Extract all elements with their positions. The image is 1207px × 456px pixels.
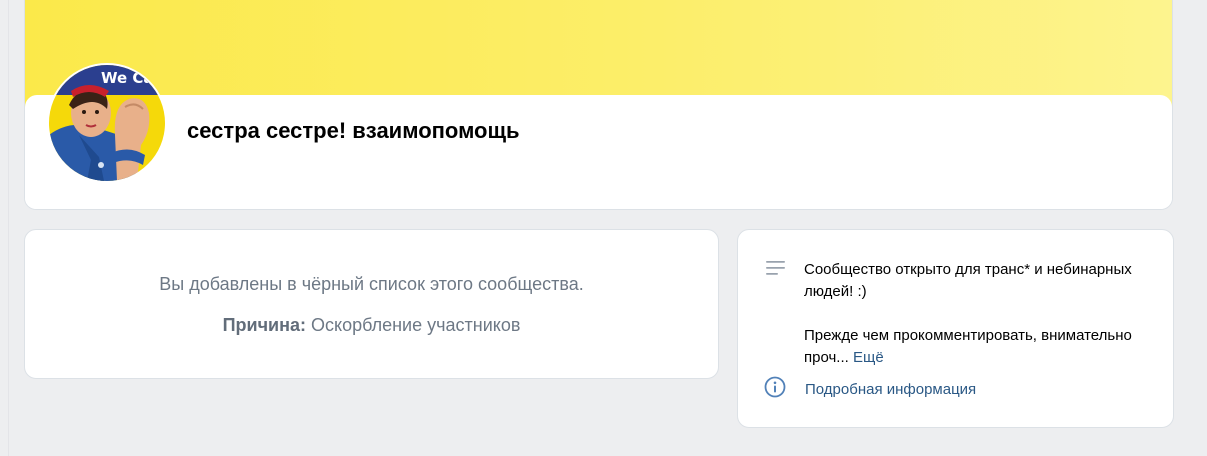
header-panel <box>25 95 1172 209</box>
group-info-card: Сообщество открыто для транс* и небинарн… <box>737 229 1174 428</box>
page: We Can Do сестра сестре! взаимопомощь Вы… <box>0 0 1207 456</box>
show-more-link[interactable]: Ещё <box>853 349 884 366</box>
group-header-card: We Can Do сестра сестре! взаимопомощь <box>24 0 1173 210</box>
lines-icon <box>766 260 786 281</box>
left-rail <box>0 0 9 456</box>
info-circle-icon <box>764 376 786 403</box>
cover-image <box>25 0 1172 107</box>
blacklist-message: Вы добавлены в чёрный список этого сообщ… <box>159 274 584 294</box>
blacklist-notice-card: Вы добавлены в чёрный список этого сообщ… <box>24 229 719 379</box>
reason-label: Причина: <box>222 315 306 335</box>
blacklist-reason: Причина: Оскорбление участников <box>25 315 718 336</box>
group-description: Сообщество открыто для транс* и небинарн… <box>804 259 1144 369</box>
reason-value: Оскорбление участников <box>311 315 521 335</box>
group-title: сестра сестре! взаимопомощь <box>187 118 520 143</box>
details-label: Подробная информация <box>805 380 977 398</box>
description-paragraph-1: Сообщество открыто для транс* и небинарн… <box>804 261 1132 300</box>
group-avatar[interactable]: We Can Do <box>47 63 167 183</box>
description-paragraph-2: Прежде чем прокомментировать, внимательн… <box>804 325 1144 369</box>
details-link[interactable]: Подробная информация <box>764 376 977 403</box>
avatar-image: We Can Do <box>49 65 165 181</box>
